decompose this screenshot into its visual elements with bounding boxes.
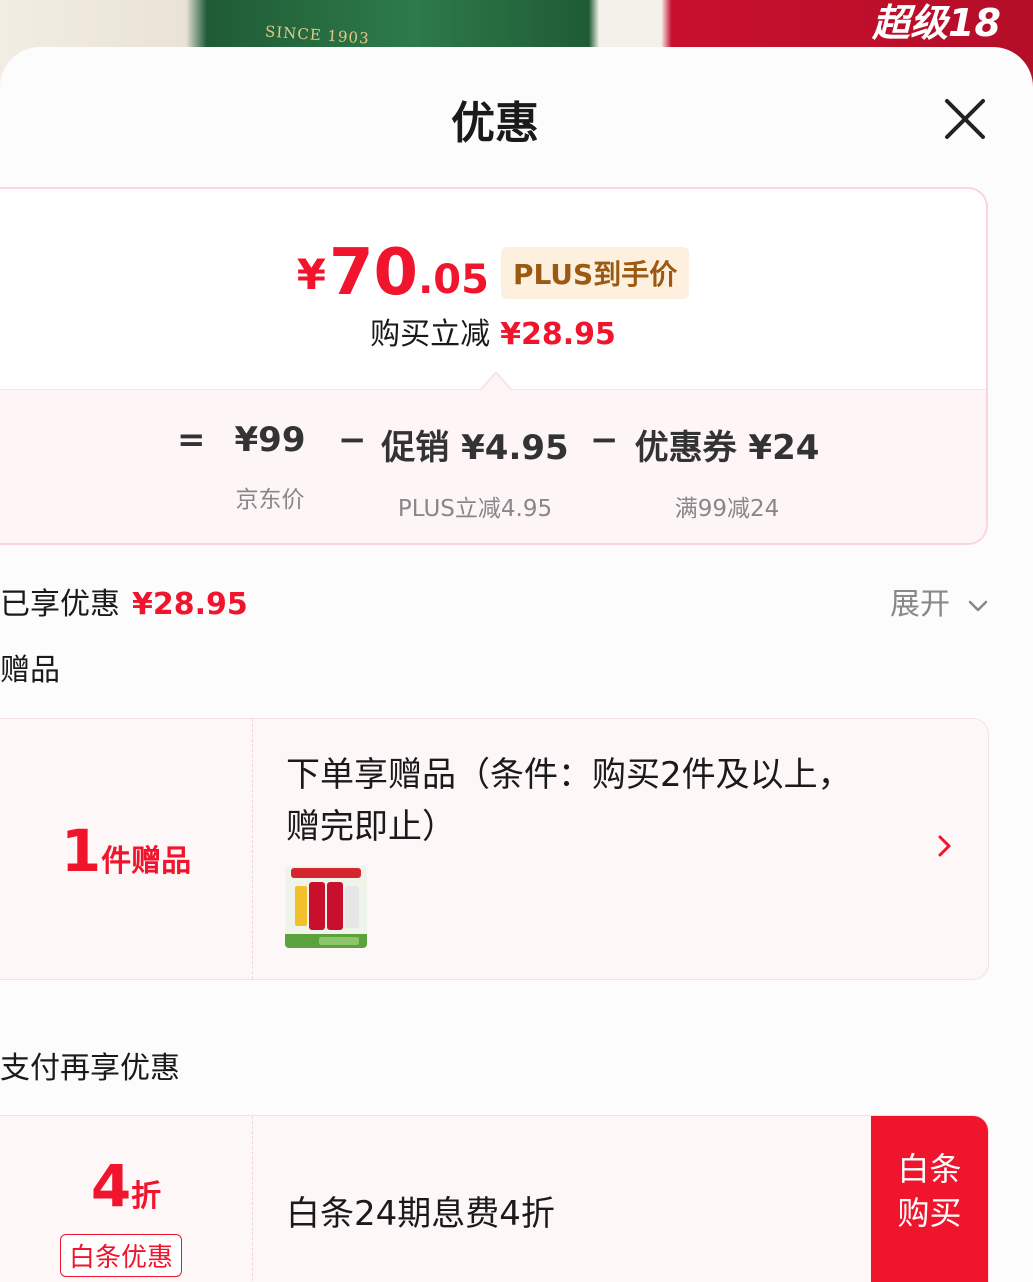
price-card: ¥ 70 .05 PLUS到手价 购买立减 ¥28.95 = ¥99 京东价 − …: [0, 187, 988, 545]
breakdown-sub: 满99减24: [674, 496, 780, 522]
minus-sign: −: [338, 420, 367, 460]
baitiao-tag: 白条优惠: [60, 1234, 183, 1277]
pay-discount-unit: 折: [131, 1179, 162, 1214]
gift-count-unit: 件赠品: [101, 844, 192, 879]
enjoyed-value: ¥28.95: [132, 587, 248, 622]
buy-button-line: 购买: [897, 1194, 962, 1232]
reduce-label: 购买立减: [370, 317, 491, 352]
breakdown-main: 促销 ¥4.95: [381, 428, 569, 468]
pay-discount: 4折: [0, 1152, 252, 1220]
banner-since-text: SINCE 1903: [264, 22, 371, 48]
gift-count-panel: 1件赠品: [0, 719, 253, 979]
pay-discount-number: 4: [90, 1152, 132, 1220]
price-breakdown: = ¥99 京东价 − 促销 ¥4.95 PLUS立减4.95 − 优惠券 ¥2…: [0, 389, 986, 543]
chevron-right-icon[interactable]: [935, 831, 955, 861]
chevron-down-icon: [968, 600, 987, 611]
equals-sign: =: [177, 420, 206, 460]
gift-section-label: 赠品: [0, 653, 60, 688]
gift-condition-line: 赠完即止）: [286, 807, 456, 847]
breakdown-main: 优惠券 ¥24: [634, 428, 820, 468]
gift-condition-line: 下单享赠品（条件：购买2件及以上，: [286, 755, 852, 795]
price-decimal: .05: [418, 257, 489, 303]
gift-card[interactable]: 1件赠品 下单享赠品（条件：购买2件及以上， 赠完即止）: [0, 718, 989, 980]
sheet-title: 优惠: [451, 98, 539, 149]
expand-label: 展开: [890, 587, 950, 622]
reduce-summary: 购买立减 ¥28.95: [0, 309, 986, 353]
breakdown-main: ¥99: [234, 420, 306, 460]
discount-sheet: 优惠 ¥ 70 .05 PLUS到手价 购买立减 ¥28.95 = ¥99 京东价…: [0, 47, 1033, 1282]
breakdown-item-jd-price: ¥99 京东价: [220, 420, 320, 514]
gift-product-thumbnail[interactable]: [285, 866, 367, 948]
gift-condition-text: 下单享赠品（条件：购买2件及以上， 赠完即止）: [286, 749, 906, 853]
price-integer: 70: [329, 236, 419, 310]
baitiao-offer-card: 4折 白条优惠 白条24期息费4折 白条 购买: [0, 1115, 989, 1282]
gift-count: 1件赠品: [0, 817, 252, 885]
reduce-value: ¥28.95: [500, 317, 616, 352]
enjoyed-label: 已享优惠: [0, 587, 120, 622]
final-price: ¥ 70 .05 PLUS到手价: [0, 235, 986, 305]
close-icon[interactable]: [940, 94, 990, 144]
minus-sign: −: [590, 420, 619, 460]
pay-offer-description: 白条24期息费4折: [286, 1194, 555, 1234]
plus-price-badge: PLUS到手价: [500, 247, 690, 299]
buy-button-line: 白条: [897, 1150, 962, 1188]
pay-section-label: 支付再享优惠: [0, 1051, 180, 1086]
breakdown-item-promotion: 促销 ¥4.95 PLUS立减4.95: [380, 420, 570, 523]
baitiao-buy-button[interactable]: 白条 购买: [871, 1116, 988, 1282]
enjoyed-discount: 已享优惠 ¥28.95: [0, 579, 248, 623]
expand-button[interactable]: 展开: [890, 579, 990, 623]
price-currency: ¥: [296, 250, 327, 299]
gift-count-number: 1: [60, 817, 102, 885]
banner-promo-text: 超级18: [872, 1, 1001, 45]
breakdown-sub: PLUS立减4.95: [397, 496, 553, 522]
breakdown-sub: 京东价: [235, 487, 305, 513]
pay-discount-panel: 4折 白条优惠: [0, 1116, 253, 1282]
breakdown-item-coupon: 优惠券 ¥24 满99减24: [632, 420, 822, 523]
pointer-notch-inner: [482, 374, 510, 390]
